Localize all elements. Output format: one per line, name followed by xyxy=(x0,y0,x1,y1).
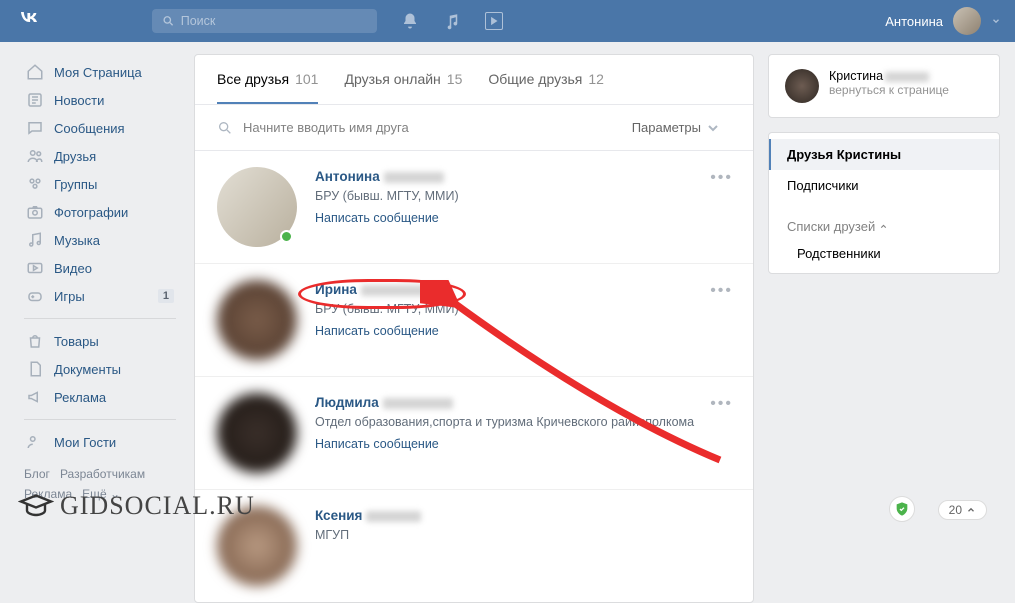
bell-icon[interactable] xyxy=(401,12,419,30)
topbar: Антонина xyxy=(0,0,1015,42)
watermark: GIDSOCIAL.RU xyxy=(18,488,255,524)
search-icon xyxy=(162,14,175,28)
guests-icon xyxy=(26,433,44,451)
counter-pill[interactable]: 20 xyxy=(938,500,987,520)
nav-news[interactable]: Новости xyxy=(20,86,180,114)
tabs: Все друзья101 Друзья онлайн15 Общие друз… xyxy=(195,55,753,105)
nav-games[interactable]: Игры1 xyxy=(20,282,180,310)
user-menu[interactable]: Антонина xyxy=(885,7,1001,35)
aside: Кристина вернуться к странице Друзья Кри… xyxy=(768,54,1000,603)
chevron-up-icon xyxy=(879,222,888,231)
video-icon xyxy=(26,259,44,277)
chevron-down-icon xyxy=(991,16,1001,26)
groups-icon xyxy=(26,175,44,193)
friend-row: Людмила Отдел образования,спорта и туриз… xyxy=(195,377,753,490)
friend-subtitle: БРУ (бывш. МГТУ, ММИ) xyxy=(315,301,731,318)
nav-docs[interactable]: Документы xyxy=(20,355,180,383)
friend-name[interactable]: Ксения xyxy=(315,508,731,523)
write-message-link[interactable]: Написать сообщение xyxy=(315,211,731,225)
nav-my-page[interactable]: Моя Страница xyxy=(20,58,180,86)
tab-online[interactable]: Друзья онлайн15 xyxy=(344,55,462,104)
friend-row: Ирина БРУ (бывш. МГТУ, ММИ) Написать соо… xyxy=(195,264,753,377)
more-icon[interactable]: ••• xyxy=(710,395,733,413)
write-message-link[interactable]: Написать сообщение xyxy=(315,324,731,338)
music-icon[interactable] xyxy=(443,12,461,30)
params-toggle[interactable]: Параметры xyxy=(632,120,731,136)
nav-ads[interactable]: Реклама xyxy=(20,383,180,411)
nav-groups[interactable]: Группы xyxy=(20,170,180,198)
games-badge: 1 xyxy=(158,289,174,303)
footer-blog[interactable]: Блог xyxy=(24,467,50,481)
aside-friends-of[interactable]: Друзья Кристины xyxy=(769,139,999,170)
shield-badge[interactable] xyxy=(889,496,915,522)
search-icon xyxy=(217,120,233,136)
nav-divider-2 xyxy=(24,419,176,420)
aside-relatives[interactable]: Родственники xyxy=(769,240,999,267)
tab-mutual[interactable]: Общие друзья12 xyxy=(488,55,604,104)
friend-name[interactable]: Ирина xyxy=(315,282,731,297)
nav-friends[interactable]: Друзья xyxy=(20,142,180,170)
aside-lists-title[interactable]: Списки друзей xyxy=(769,211,999,240)
write-message-link[interactable]: Написать сообщение xyxy=(315,437,731,451)
camera-icon xyxy=(26,203,44,221)
friend-subtitle: БРУ (бывш. МГТУ, ММИ) xyxy=(315,188,731,205)
username-label: Антонина xyxy=(885,14,943,29)
doc-icon xyxy=(26,360,44,378)
chevron-up-icon xyxy=(966,505,976,515)
aside-nav: Друзья Кристины Подписчики Списки друзей… xyxy=(768,132,1000,274)
friend-name[interactable]: Антонина xyxy=(315,169,731,184)
game-icon xyxy=(26,287,44,305)
nav-guests[interactable]: Мои Гости xyxy=(20,428,180,456)
tab-all-friends[interactable]: Все друзья101 xyxy=(217,55,318,104)
play-button[interactable] xyxy=(485,12,503,30)
nav-video[interactable]: Видео xyxy=(20,254,180,282)
friend-row: Ксения МГУП xyxy=(195,490,753,602)
home-icon xyxy=(26,63,44,81)
footer-devs[interactable]: Разработчикам xyxy=(60,467,145,481)
friends-panel: Все друзья101 Друзья онлайн15 Общие друз… xyxy=(194,54,754,603)
search-box[interactable] xyxy=(152,9,377,33)
vk-logo[interactable] xyxy=(18,6,42,36)
nav-market[interactable]: Товары xyxy=(20,327,180,355)
profile-avatar[interactable] xyxy=(785,69,819,103)
more-icon[interactable]: ••• xyxy=(710,282,733,300)
more-icon[interactable]: ••• xyxy=(710,169,733,187)
top-icons xyxy=(401,12,503,30)
friend-avatar[interactable] xyxy=(217,280,297,360)
message-icon xyxy=(26,119,44,137)
grad-cap-icon xyxy=(18,488,54,524)
news-icon xyxy=(26,91,44,109)
friend-name[interactable]: Людмила xyxy=(315,395,731,410)
friend-search-input[interactable] xyxy=(243,120,632,135)
friend-subtitle: Отдел образования,спорта и туризма Криче… xyxy=(315,414,731,431)
megaphone-icon xyxy=(26,388,44,406)
friend-subtitle: МГУП xyxy=(315,527,731,544)
shop-icon xyxy=(26,332,44,350)
back-to-profile[interactable]: вернуться к странице xyxy=(829,83,949,97)
nav-music[interactable]: Музыка xyxy=(20,226,180,254)
chevron-down-icon xyxy=(705,120,721,136)
music-nav-icon xyxy=(26,231,44,249)
nav-divider xyxy=(24,318,176,319)
avatar xyxy=(953,7,981,35)
friend-avatar[interactable] xyxy=(217,167,297,247)
search-input[interactable] xyxy=(181,14,367,28)
filter-row: Параметры xyxy=(195,105,753,151)
nav-messages[interactable]: Сообщения xyxy=(20,114,180,142)
friend-row: Антонина БРУ (бывш. МГТУ, ММИ) Написать … xyxy=(195,151,753,264)
nav-photos[interactable]: Фотографии xyxy=(20,198,180,226)
profile-card: Кристина вернуться к странице xyxy=(768,54,1000,118)
friends-icon xyxy=(26,147,44,165)
online-dot xyxy=(280,230,293,243)
aside-subscribers[interactable]: Подписчики xyxy=(769,170,999,201)
profile-name[interactable]: Кристина xyxy=(829,69,949,83)
friend-avatar[interactable] xyxy=(217,393,297,473)
